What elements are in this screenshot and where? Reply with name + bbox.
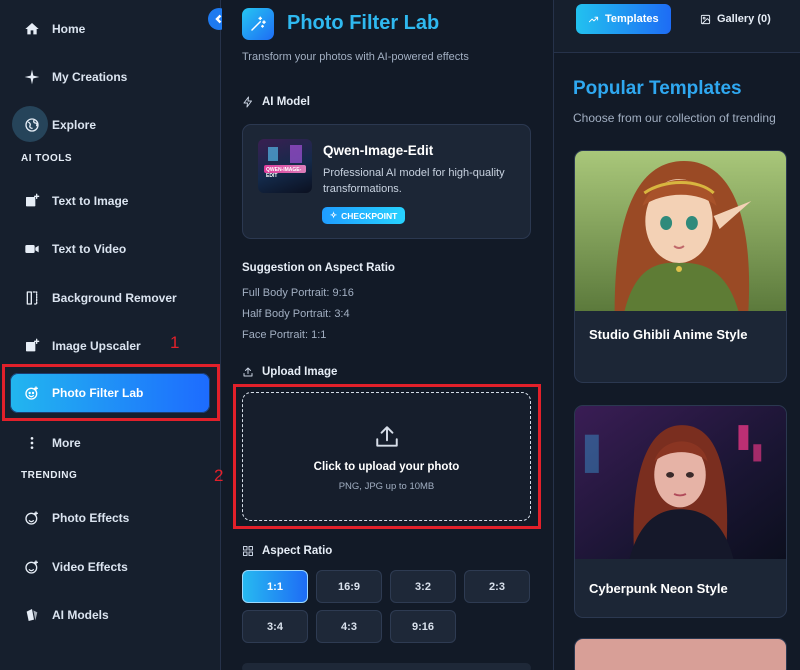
home-icon bbox=[22, 19, 42, 39]
sidebar-item-label: More bbox=[52, 436, 81, 450]
sidebar-item-background-remover[interactable]: Background Remover bbox=[10, 278, 210, 318]
sidebar-item-label: Video Effects bbox=[52, 560, 128, 574]
image-upscale-icon bbox=[22, 336, 42, 356]
section-title-trending: TRENDING bbox=[21, 470, 78, 481]
photo-effects-icon bbox=[22, 508, 42, 528]
video-effects-icon bbox=[22, 557, 42, 577]
sidebar-item-ai-models[interactable]: AI Models bbox=[10, 595, 210, 635]
sidebar-item-label: Background Remover bbox=[52, 291, 177, 305]
lightning-icon bbox=[243, 96, 252, 108]
model-description: Professional AI model for high-quality t… bbox=[323, 167, 505, 195]
globe-icon bbox=[22, 115, 42, 135]
template-card-partial[interactable] bbox=[574, 638, 787, 670]
tab-templates[interactable]: Templates bbox=[576, 4, 671, 34]
ratio-option-9-16[interactable]: 9:16 bbox=[390, 610, 456, 643]
sidebar-item-explore[interactable]: Explore bbox=[10, 105, 210, 145]
sidebar-item-label: Photo Effects bbox=[52, 511, 130, 525]
ai-models-icon bbox=[22, 605, 42, 625]
gallery-icon bbox=[700, 14, 711, 24]
sidebar-item-label: AI Models bbox=[52, 608, 109, 622]
tab-bar: Templates Gallery (0) bbox=[554, 0, 800, 53]
annotation-box-2 bbox=[233, 384, 541, 529]
templates-title: Popular Templates bbox=[573, 78, 742, 99]
template-name: Cyberpunk Neon Style bbox=[589, 581, 728, 596]
sidebar-item-more[interactable]: More bbox=[10, 423, 210, 463]
ratio-option-3-2[interactable]: 3:2 bbox=[390, 570, 456, 603]
sidebar-item-label: My Creations bbox=[52, 70, 128, 84]
suggestion-title: Suggestion on Aspect Ratio bbox=[242, 262, 395, 274]
grid-icon bbox=[243, 546, 253, 556]
ratio-option-2-3[interactable]: 2:3 bbox=[464, 570, 530, 603]
sidebar-item-image-upscaler[interactable]: Image Upscaler bbox=[10, 326, 210, 366]
sparkle-icon bbox=[22, 67, 42, 87]
page-subtitle: Transform your photos with AI-powered ef… bbox=[242, 51, 469, 63]
crop-icon bbox=[22, 288, 42, 308]
annotation-number-1: 1 bbox=[170, 333, 180, 352]
ratio-option-1-1[interactable]: 1:1 bbox=[242, 570, 308, 603]
sidebar-item-text-to-video[interactable]: Text to Video bbox=[10, 229, 210, 269]
ratio-option-16-9[interactable]: 16:9 bbox=[316, 570, 382, 603]
sparkle-icon: ✧ bbox=[330, 210, 338, 220]
template-name: Studio Ghibli Anime Style bbox=[589, 327, 748, 342]
section-title-ai-tools: AI TOOLS bbox=[21, 153, 73, 164]
annotation-number-2: 2 bbox=[214, 466, 224, 485]
sidebar-item-video-effects[interactable]: Video Effects bbox=[10, 547, 210, 587]
upload-image-label: Upload Image bbox=[242, 366, 337, 378]
sidebar-item-label: Home bbox=[52, 22, 86, 36]
model-card[interactable]: QWEN-IMAGE-EDIT Qwen-Image-Edit Professi… bbox=[242, 124, 531, 239]
next-section-bar bbox=[242, 663, 531, 670]
model-name: Qwen-Image-Edit bbox=[323, 143, 434, 158]
upload-small-icon bbox=[243, 367, 253, 377]
photo-filter-panel: Photo Filter Lab Transform your photos w… bbox=[222, 0, 552, 670]
sidebar-item-photo-effects[interactable]: Photo Effects bbox=[10, 498, 210, 538]
checkpoint-badge: ✧ CHECKPOINT bbox=[322, 207, 406, 224]
suggestion-line: Face Portrait: 1:1 bbox=[242, 329, 327, 341]
templates-subtitle: Choose from our collection of trending bbox=[573, 111, 776, 125]
page-title: Photo Filter Lab bbox=[287, 12, 440, 34]
ratio-option-4-3[interactable]: 4:3 bbox=[316, 610, 382, 643]
annotation-box-1 bbox=[2, 364, 220, 421]
aspect-ratio-label: Aspect Ratio bbox=[242, 545, 332, 557]
video-icon bbox=[22, 239, 42, 259]
ratio-option-3-4[interactable]: 3:4 bbox=[242, 610, 308, 643]
sidebar-item-label: Explore bbox=[52, 118, 97, 132]
sidebar-item-home[interactable]: Home bbox=[10, 9, 210, 49]
tab-gallery[interactable]: Gallery (0) bbox=[688, 4, 783, 34]
sidebar-item-label: Text to Video bbox=[52, 242, 127, 256]
suggestion-line: Full Body Portrait: 9:16 bbox=[242, 287, 354, 299]
sidebar-item-text-to-image[interactable]: Text to Image bbox=[10, 181, 210, 221]
sidebar-item-my-creations[interactable]: My Creations bbox=[10, 57, 210, 97]
sidebar-item-label: Image Upscaler bbox=[52, 339, 141, 353]
template-image-cyberpunk bbox=[575, 406, 786, 559]
template-image-ghibli bbox=[575, 151, 786, 311]
image-plus-icon bbox=[22, 191, 42, 211]
suggestion-line: Half Body Portrait: 3:4 bbox=[242, 308, 350, 320]
more-vertical-icon bbox=[22, 433, 42, 453]
ai-model-label: AI Model bbox=[242, 96, 310, 108]
model-thumbnail: QWEN-IMAGE-EDIT bbox=[258, 139, 312, 193]
trending-icon bbox=[588, 16, 599, 22]
template-card-ghibli[interactable]: Studio Ghibli Anime Style bbox=[574, 150, 787, 383]
sidebar: Home My Creations Explore AI TOOLS Text … bbox=[0, 0, 221, 670]
sidebar-item-label: Text to Image bbox=[52, 194, 129, 208]
template-card-cyberpunk[interactable]: Cyberpunk Neon Style bbox=[574, 405, 787, 618]
templates-panel: Templates Gallery (0) Popular Templates … bbox=[553, 0, 800, 670]
magic-wand-icon bbox=[242, 8, 274, 40]
